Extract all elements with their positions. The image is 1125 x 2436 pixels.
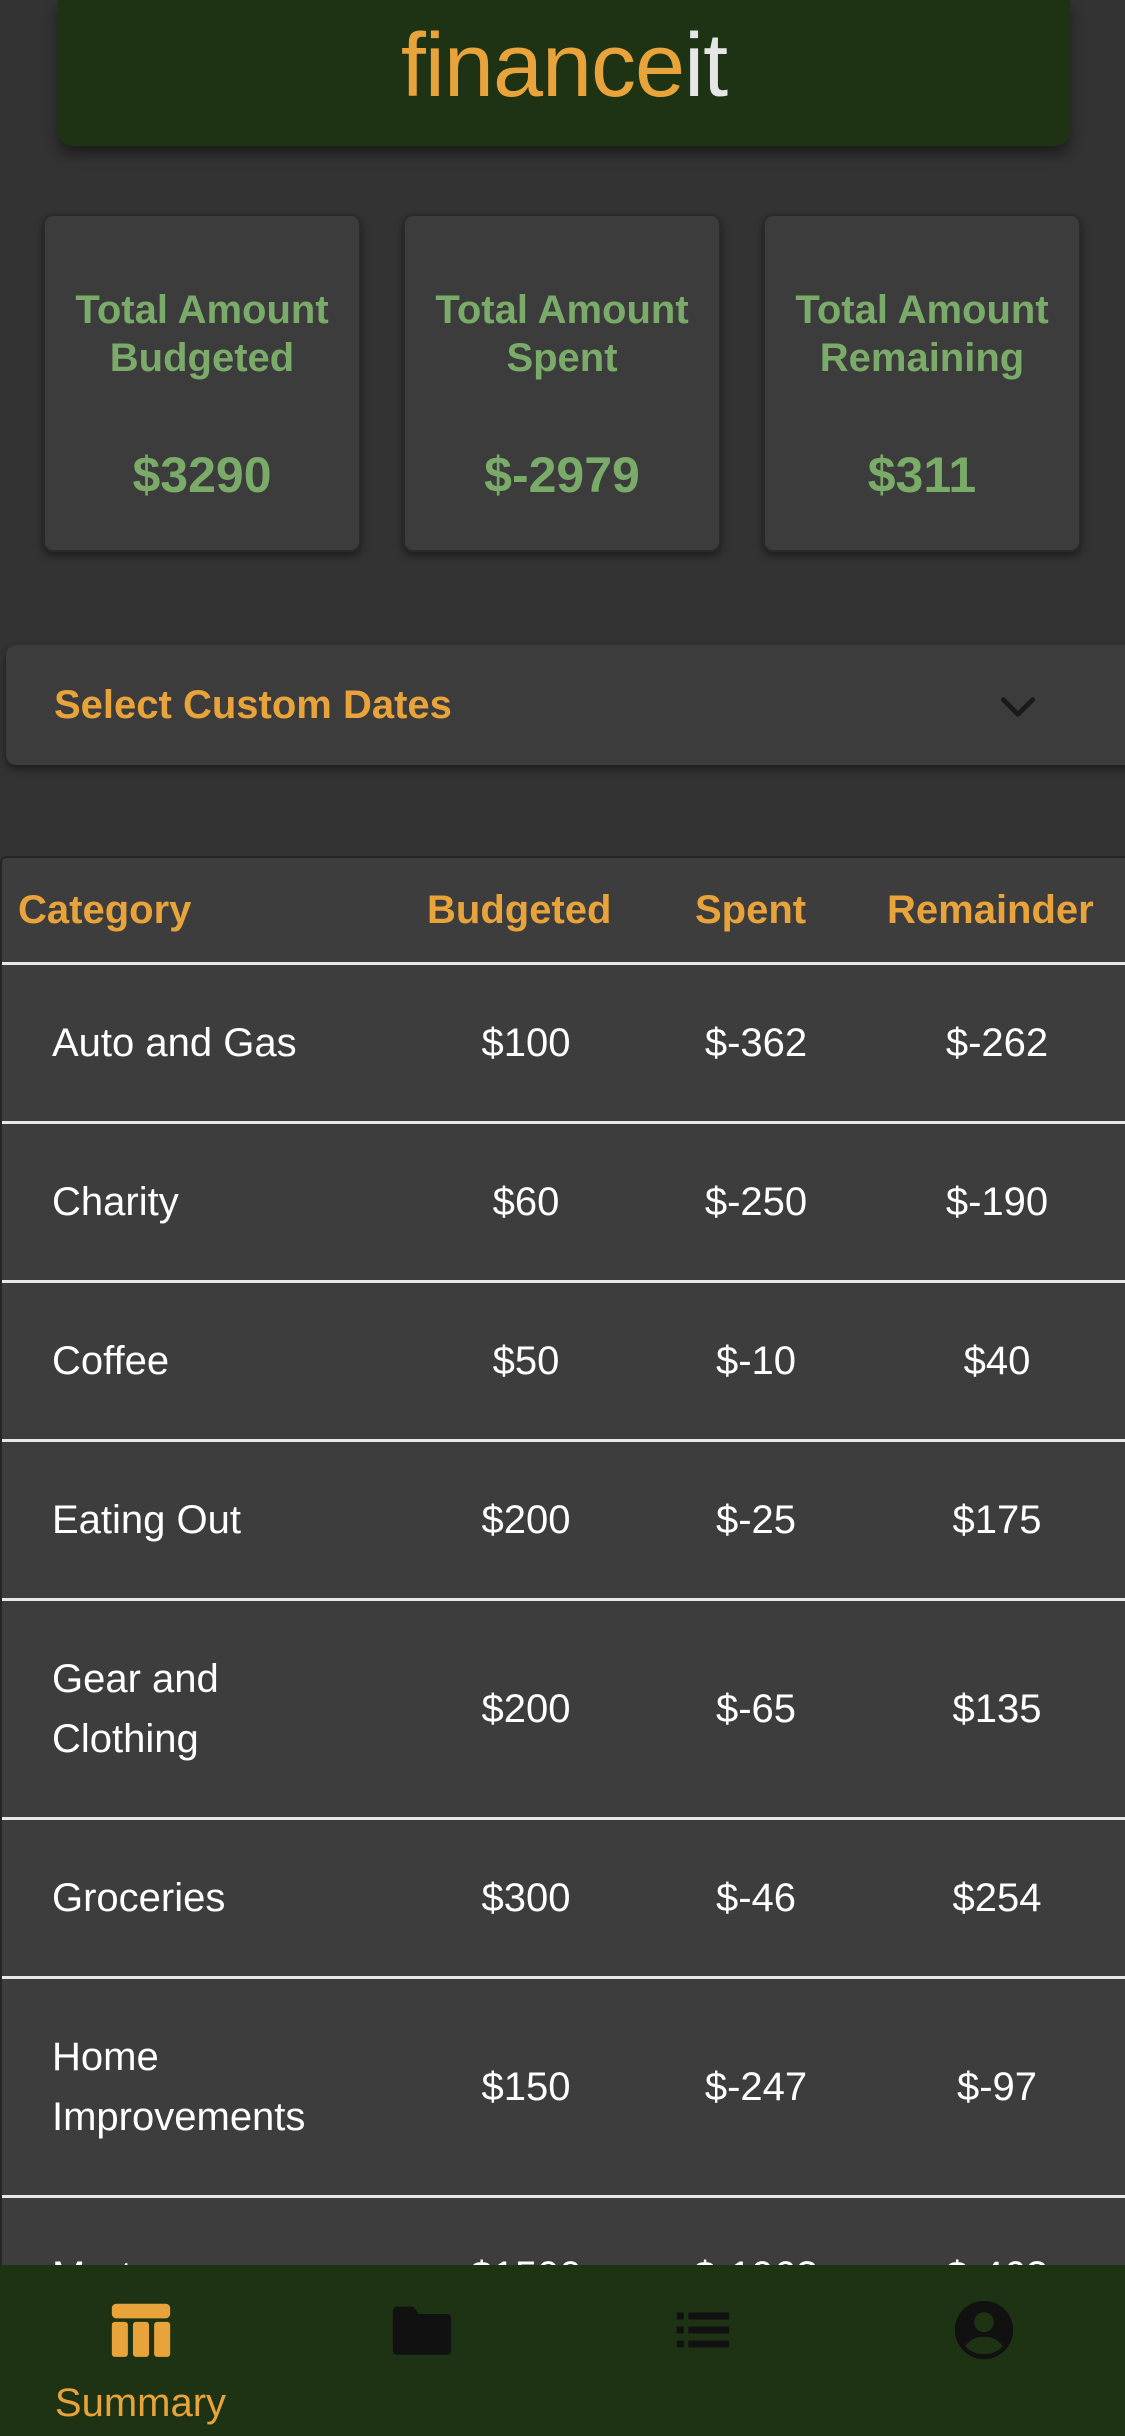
cell-budgeted: $100 (481, 1021, 571, 1065)
card-title: Total Amount Budgeted (75, 288, 329, 380)
custom-dates-label: Select Custom Dates (54, 683, 452, 727)
column-header-spent[interactable]: Spent (695, 888, 806, 933)
table-row[interactable]: Coffee $50 $-10 $40 (2, 1283, 1125, 1442)
cell-budgeted: $60 (492, 1180, 560, 1224)
card-value: $3290 (132, 447, 272, 503)
summary-card-budgeted: Total Amount Budgeted $3290 (43, 214, 361, 552)
table-row[interactable]: Gear and Clothing $200 $-65 $135 (2, 1601, 1125, 1820)
cell-category: Coffee (52, 1339, 170, 1383)
cell-spent: $-65 (715, 1687, 797, 1731)
column-header-category[interactable]: Category (18, 888, 191, 933)
account-circle-icon (954, 2300, 1013, 2360)
table-header: Category Budgeted Spent Remainder (2, 858, 1125, 965)
cell-spent: $-10 (715, 1339, 797, 1383)
nav-folder[interactable] (281, 2265, 562, 2436)
custom-dates-dropdown[interactable]: Select Custom Dates (6, 645, 1125, 765)
logo-text-it: it (684, 16, 728, 116)
column-header-remainder[interactable]: Remainder (887, 888, 1094, 933)
cell-category: Home Improvements (52, 2035, 306, 2139)
card-title: Total Amount Spent (435, 288, 689, 380)
nav-summary[interactable]: Summary (0, 2265, 281, 2436)
table-row[interactable]: Auto and Gas $100 $-362 $-262 (2, 965, 1125, 1124)
cell-remainder: $175 (952, 1498, 1042, 1542)
cell-budgeted: $200 (481, 1687, 571, 1731)
app-page: financeit Total Amount Budgeted $3290 To… (0, 0, 1125, 2436)
cell-category: Eating Out (52, 1498, 242, 1542)
nav-summary-label: Summary (54, 2381, 227, 2425)
folder-icon (392, 2306, 451, 2355)
cell-budgeted: $150 (481, 2065, 571, 2109)
cell-category: Auto and Gas (52, 1021, 297, 1065)
cell-spent: $-247 (704, 2065, 808, 2109)
card-value: $311 (867, 447, 977, 503)
cell-spent: $-46 (715, 1876, 797, 1920)
cell-spent: $-362 (704, 1021, 808, 1065)
cell-spent: $-250 (704, 1180, 808, 1224)
cell-spent: $-25 (715, 1498, 797, 1542)
bottom-navigation: Summary (0, 2265, 1125, 2436)
list-icon (676, 2312, 729, 2348)
card-value: $-2979 (484, 447, 640, 503)
chevron-down-icon (1000, 697, 1036, 717)
cell-remainder: $-97 (956, 2065, 1038, 2109)
budget-table: Category Budgeted Spent Remainder Auto a… (0, 856, 1125, 2276)
table-row[interactable]: Groceries $300 $-46 $254 (2, 1820, 1125, 1979)
cell-remainder: $254 (952, 1876, 1042, 1920)
summary-table-icon (111, 2303, 170, 2357)
summary-card-remaining: Total Amount Remaining $311 (763, 214, 1081, 552)
nav-account[interactable] (843, 2265, 1124, 2436)
cell-remainder: $40 (963, 1339, 1031, 1383)
nav-list[interactable] (562, 2265, 843, 2436)
summary-cards: Total Amount Budgeted $3290 Total Amount… (43, 214, 1083, 554)
column-header-budgeted[interactable]: Budgeted (427, 888, 611, 933)
cell-remainder: $-262 (945, 1021, 1049, 1065)
table-row[interactable]: Home Improvements $150 $-247 $-97 (2, 1979, 1125, 2198)
table-row[interactable]: Charity $60 $-250 $-190 (2, 1124, 1125, 1283)
card-title: Total Amount Remaining (795, 288, 1049, 380)
app-logo: financeit (401, 21, 728, 125)
cell-category: Gear and Clothing (52, 1657, 219, 1761)
app-header: financeit (58, 0, 1070, 146)
table-row[interactable]: Eating Out $200 $-25 $175 (2, 1442, 1125, 1601)
cell-category: Groceries (52, 1876, 226, 1920)
cell-budgeted: $50 (492, 1339, 560, 1383)
cell-category: Charity (52, 1180, 179, 1224)
cell-budgeted: $300 (481, 1876, 571, 1920)
cell-budgeted: $200 (481, 1498, 571, 1542)
cell-remainder: $-190 (945, 1180, 1049, 1224)
logo-text-finance: finance (400, 16, 685, 116)
cell-remainder: $135 (952, 1687, 1042, 1731)
summary-card-spent: Total Amount Spent $-2979 (403, 214, 721, 552)
